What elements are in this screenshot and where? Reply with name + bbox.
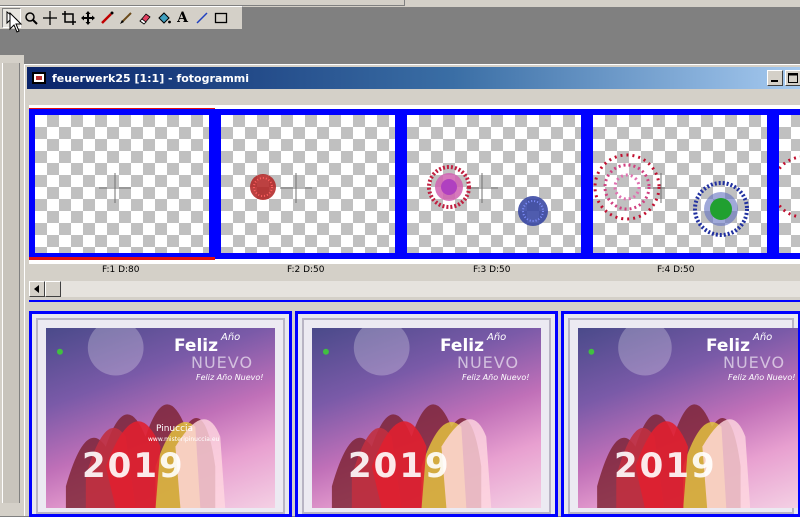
- frames-strip: [29, 105, 800, 264]
- frames-scrollbar[interactable]: [29, 281, 800, 297]
- window-titlebar[interactable]: feuerwerk25 [1:1] - fotogrammi: [27, 67, 800, 89]
- frame-thumbnail-1[interactable]: [29, 109, 215, 259]
- scroll-left-button[interactable]: [29, 281, 45, 297]
- year-text: 2019: [614, 446, 717, 486]
- greeting-subtitle: Feliz Año Nuevo!: [196, 373, 264, 382]
- greeting-nuevo: NUEVO: [723, 353, 786, 372]
- frame-2-label: F:2 D:50: [287, 265, 325, 275]
- frame-3-label: F:3 D:50: [473, 265, 511, 275]
- app-icon: [32, 72, 46, 84]
- move-cross-icon[interactable]: [40, 8, 59, 28]
- rectangle-icon[interactable]: [211, 8, 230, 28]
- frame-preview-3[interactable]: Feliz Año NUEVO Feliz Año Nuevo! 2019: [561, 311, 800, 517]
- animation-frames-window: feuerwerk25 [1:1] - fotogrammi F:1 D:80 …: [24, 64, 800, 517]
- frame-1-label: F:1 D:80: [102, 265, 140, 275]
- arrow-left-icon: [34, 285, 39, 293]
- text-icon[interactable]: A: [173, 8, 192, 28]
- frame-4-label: F:4 D:50: [657, 265, 695, 275]
- left-panel: [0, 55, 24, 516]
- dropper-icon[interactable]: [97, 8, 116, 28]
- workspace-background: [0, 31, 800, 55]
- fill-icon[interactable]: [154, 8, 173, 28]
- scroll-thumb[interactable]: [45, 281, 61, 297]
- preview-2-image: Feliz Año NUEVO Feliz Año Nuevo! 2019: [312, 328, 541, 508]
- text-tool-label: A: [177, 10, 188, 26]
- year-text: 2019: [82, 446, 185, 486]
- zoom-icon[interactable]: [21, 8, 40, 28]
- frame-5-canvas: [779, 115, 800, 253]
- watermark-site: www.misteripinuccia.eu: [148, 436, 220, 443]
- frame-thumbnail-2[interactable]: [215, 109, 401, 259]
- selection-bottom-line: [29, 257, 215, 260]
- greeting-nuevo: NUEVO: [191, 353, 254, 372]
- frame-1-canvas: [35, 115, 209, 253]
- watermark-text: Pinuccia: [156, 424, 194, 434]
- brush-icon[interactable]: [116, 8, 135, 28]
- maximize-icon: [788, 73, 798, 83]
- tools-toolbar: A: [0, 6, 243, 30]
- eraser-icon[interactable]: [135, 8, 154, 28]
- frame-3-canvas: [407, 115, 581, 253]
- mover-icon[interactable]: [78, 8, 97, 28]
- frame-thumbnail-5[interactable]: [773, 109, 800, 259]
- frame-thumbnail-4[interactable]: [587, 109, 773, 259]
- frame-preview-2[interactable]: Feliz Año NUEVO Feliz Año Nuevo! 2019: [295, 311, 558, 517]
- pane-separator: [29, 300, 800, 302]
- greeting-ano: Año: [221, 332, 241, 343]
- greeting-subtitle: Feliz Año Nuevo!: [462, 373, 530, 382]
- frame-thumbnail-3[interactable]: [401, 109, 587, 259]
- greeting-ano: Año: [487, 332, 507, 343]
- mouse-cursor-icon: [9, 12, 23, 33]
- year-text: 2019: [348, 446, 451, 486]
- preview-3-image: Feliz Año NUEVO Feliz Año Nuevo! 2019: [578, 328, 798, 508]
- window-title: feuerwerk25 [1:1] - fotogrammi: [52, 71, 250, 85]
- line-icon[interactable]: [192, 8, 211, 28]
- frame-4-canvas: [593, 115, 767, 253]
- maximize-button[interactable]: [785, 70, 800, 86]
- crop-icon[interactable]: [59, 8, 78, 28]
- frame-2-canvas: [221, 115, 395, 253]
- minimize-button[interactable]: [767, 70, 783, 86]
- greeting-ano: Año: [753, 332, 773, 343]
- preview-1-image: Feliz Año NUEVO Feliz Año Nuevo! Pinucci…: [46, 328, 275, 508]
- greeting-nuevo: NUEVO: [457, 353, 520, 372]
- minimize-icon: [771, 80, 778, 82]
- frame-preview-1[interactable]: Feliz Año NUEVO Feliz Año Nuevo! Pinucci…: [29, 311, 292, 517]
- greeting-subtitle: Feliz Año Nuevo!: [728, 373, 796, 382]
- left-panel-inner: [2, 63, 20, 503]
